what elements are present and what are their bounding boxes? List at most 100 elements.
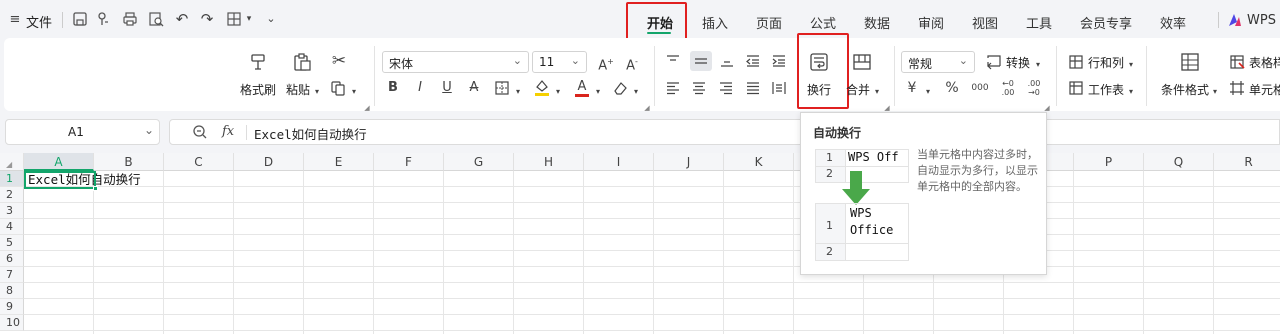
- chevron-down-icon[interactable]: ▾: [244, 11, 254, 27]
- row-header-4[interactable]: 4: [0, 219, 24, 235]
- column-header-c[interactable]: C: [164, 153, 234, 171]
- share-icon[interactable]: [96, 11, 112, 27]
- fill-color-icon[interactable]: [534, 78, 550, 96]
- format-painter-icon[interactable]: [248, 52, 268, 72]
- increase-indent-icon[interactable]: [772, 54, 786, 68]
- chevron-down-icon[interactable]: ▾: [1127, 84, 1135, 100]
- hamburger-menu-icon[interactable]: ≡: [8, 12, 22, 28]
- chevron-down-icon[interactable]: ▾: [514, 84, 522, 100]
- tab-wps-ai[interactable]: WPS A: [1247, 13, 1280, 28]
- formula-bar[interactable]: fx Excel如何自动换行: [169, 119, 1280, 145]
- formula-content[interactable]: Excel如何自动换行: [254, 124, 367, 143]
- paste-icon[interactable]: [292, 52, 312, 72]
- chevron-down-icon[interactable]: ▾: [554, 84, 562, 100]
- tab-efficiency[interactable]: 效率: [1160, 13, 1186, 32]
- align-top-icon[interactable]: [666, 54, 680, 68]
- row-header-1[interactable]: 1: [0, 171, 24, 187]
- chevron-down-icon[interactable]: ▾: [1211, 84, 1219, 100]
- number-format-dropdown[interactable]: 常规 ⌄: [901, 51, 975, 73]
- column-header-j[interactable]: J: [654, 153, 724, 171]
- column-header-a[interactable]: A: [24, 153, 94, 171]
- italic-button[interactable]: I: [413, 80, 427, 96]
- font-color-button[interactable]: A: [574, 78, 590, 97]
- column-header-r[interactable]: R: [1214, 153, 1280, 171]
- file-menu[interactable]: 文件: [26, 12, 52, 31]
- distributed-align-icon[interactable]: [772, 81, 786, 95]
- column-header-h[interactable]: H: [514, 153, 584, 171]
- more-icon[interactable]: ⌄: [264, 11, 278, 27]
- decrease-decimal-icon[interactable]: .00 →0: [1025, 79, 1043, 97]
- column-header-f[interactable]: F: [374, 153, 444, 171]
- chevron-down-icon[interactable]: ▾: [350, 84, 358, 100]
- chevron-down-icon[interactable]: ▾: [873, 84, 881, 100]
- table-style-button[interactable]: 表格样: [1249, 54, 1280, 71]
- justify-icon[interactable]: [746, 81, 760, 95]
- thousands-separator-button[interactable]: 000: [970, 80, 990, 96]
- merge-cells-icon[interactable]: [852, 52, 872, 72]
- row-header-3[interactable]: 3: [0, 203, 24, 219]
- column-header-i[interactable]: I: [584, 153, 654, 171]
- dialog-launcher-icon[interactable]: ◢: [644, 100, 650, 116]
- row-header-6[interactable]: 6: [0, 251, 24, 267]
- chevron-down-icon[interactable]: ⌄: [144, 123, 154, 137]
- name-box[interactable]: A1 ⌄: [5, 119, 160, 145]
- fx-icon[interactable]: fx: [222, 124, 234, 139]
- bold-button[interactable]: B: [386, 80, 400, 96]
- worksheet-button[interactable]: 工作表: [1088, 81, 1124, 98]
- conditional-format-button[interactable]: 条件格式: [1161, 81, 1209, 98]
- rows-columns-button[interactable]: 行和列: [1088, 54, 1124, 71]
- merge-button[interactable]: 合并: [846, 81, 870, 98]
- increase-decimal-icon[interactable]: ←0.00: [999, 79, 1017, 97]
- table-style-icon[interactable]: [1229, 54, 1245, 70]
- column-header-p[interactable]: P: [1074, 153, 1144, 171]
- fill-handle[interactable]: [93, 186, 98, 191]
- align-center-icon[interactable]: [692, 81, 706, 95]
- worksheet-icon[interactable]: [1068, 80, 1084, 96]
- view-toggle-icon[interactable]: [226, 11, 242, 27]
- row-header-8[interactable]: 8: [0, 283, 24, 299]
- row-header-10[interactable]: 10: [0, 315, 24, 331]
- copy-icon[interactable]: [330, 80, 346, 96]
- chevron-down-icon[interactable]: ▾: [632, 84, 640, 100]
- spreadsheet-grid[interactable]: ◢ ABCDEFGHIJKLMNOPQR 12345678910 Excel如何…: [0, 153, 1280, 334]
- chevron-down-icon[interactable]: ▾: [313, 84, 321, 100]
- row-header-7[interactable]: 7: [0, 267, 24, 283]
- convert-button[interactable]: 转换: [1006, 54, 1030, 71]
- redo-icon[interactable]: ↷: [199, 11, 215, 27]
- print-icon[interactable]: [122, 11, 138, 27]
- conditional-format-icon[interactable]: [1180, 52, 1200, 72]
- font-size-dropdown[interactable]: 11 ⌄: [532, 51, 587, 73]
- chevron-down-icon[interactable]: ▾: [1127, 57, 1135, 73]
- zoom-icon[interactable]: [192, 124, 208, 140]
- row-header-5[interactable]: 5: [0, 235, 24, 251]
- column-header-q[interactable]: Q: [1144, 153, 1214, 171]
- paste-button[interactable]: 粘贴: [286, 81, 310, 98]
- decrease-indent-icon[interactable]: [746, 54, 760, 68]
- column-header-b[interactable]: B: [94, 153, 164, 171]
- font-name-dropdown[interactable]: 宋体 ⌄: [382, 51, 529, 73]
- chevron-down-icon[interactable]: ▾: [1034, 57, 1042, 73]
- chevron-down-icon[interactable]: ▾: [924, 84, 932, 100]
- format-painter-button[interactable]: 格式刷: [240, 81, 276, 98]
- tab-member[interactable]: 会员专享: [1080, 13, 1132, 32]
- column-header-k[interactable]: K: [724, 153, 794, 171]
- cell-icon[interactable]: [1229, 80, 1245, 96]
- tab-view[interactable]: 视图: [972, 13, 998, 32]
- percent-button[interactable]: %: [944, 80, 960, 96]
- column-header-e[interactable]: E: [304, 153, 374, 171]
- strikethrough-button[interactable]: A: [467, 80, 481, 96]
- align-right-icon[interactable]: [719, 81, 733, 95]
- increase-font-icon[interactable]: A+: [598, 54, 614, 74]
- wps-ai-logo-icon[interactable]: [1228, 13, 1242, 27]
- column-header-d[interactable]: D: [234, 153, 304, 171]
- cell-button[interactable]: 单元格: [1249, 81, 1280, 98]
- underline-button[interactable]: U: [440, 80, 454, 96]
- currency-icon[interactable]: ¥: [904, 80, 920, 96]
- decrease-font-icon[interactable]: A-: [624, 54, 640, 74]
- chevron-down-icon[interactable]: ▾: [594, 84, 602, 100]
- eraser-icon[interactable]: [612, 80, 628, 96]
- undo-icon[interactable]: ↶: [174, 11, 190, 27]
- align-left-icon[interactable]: [666, 81, 680, 95]
- border-icon[interactable]: [494, 80, 510, 96]
- row-header-2[interactable]: 2: [0, 187, 24, 203]
